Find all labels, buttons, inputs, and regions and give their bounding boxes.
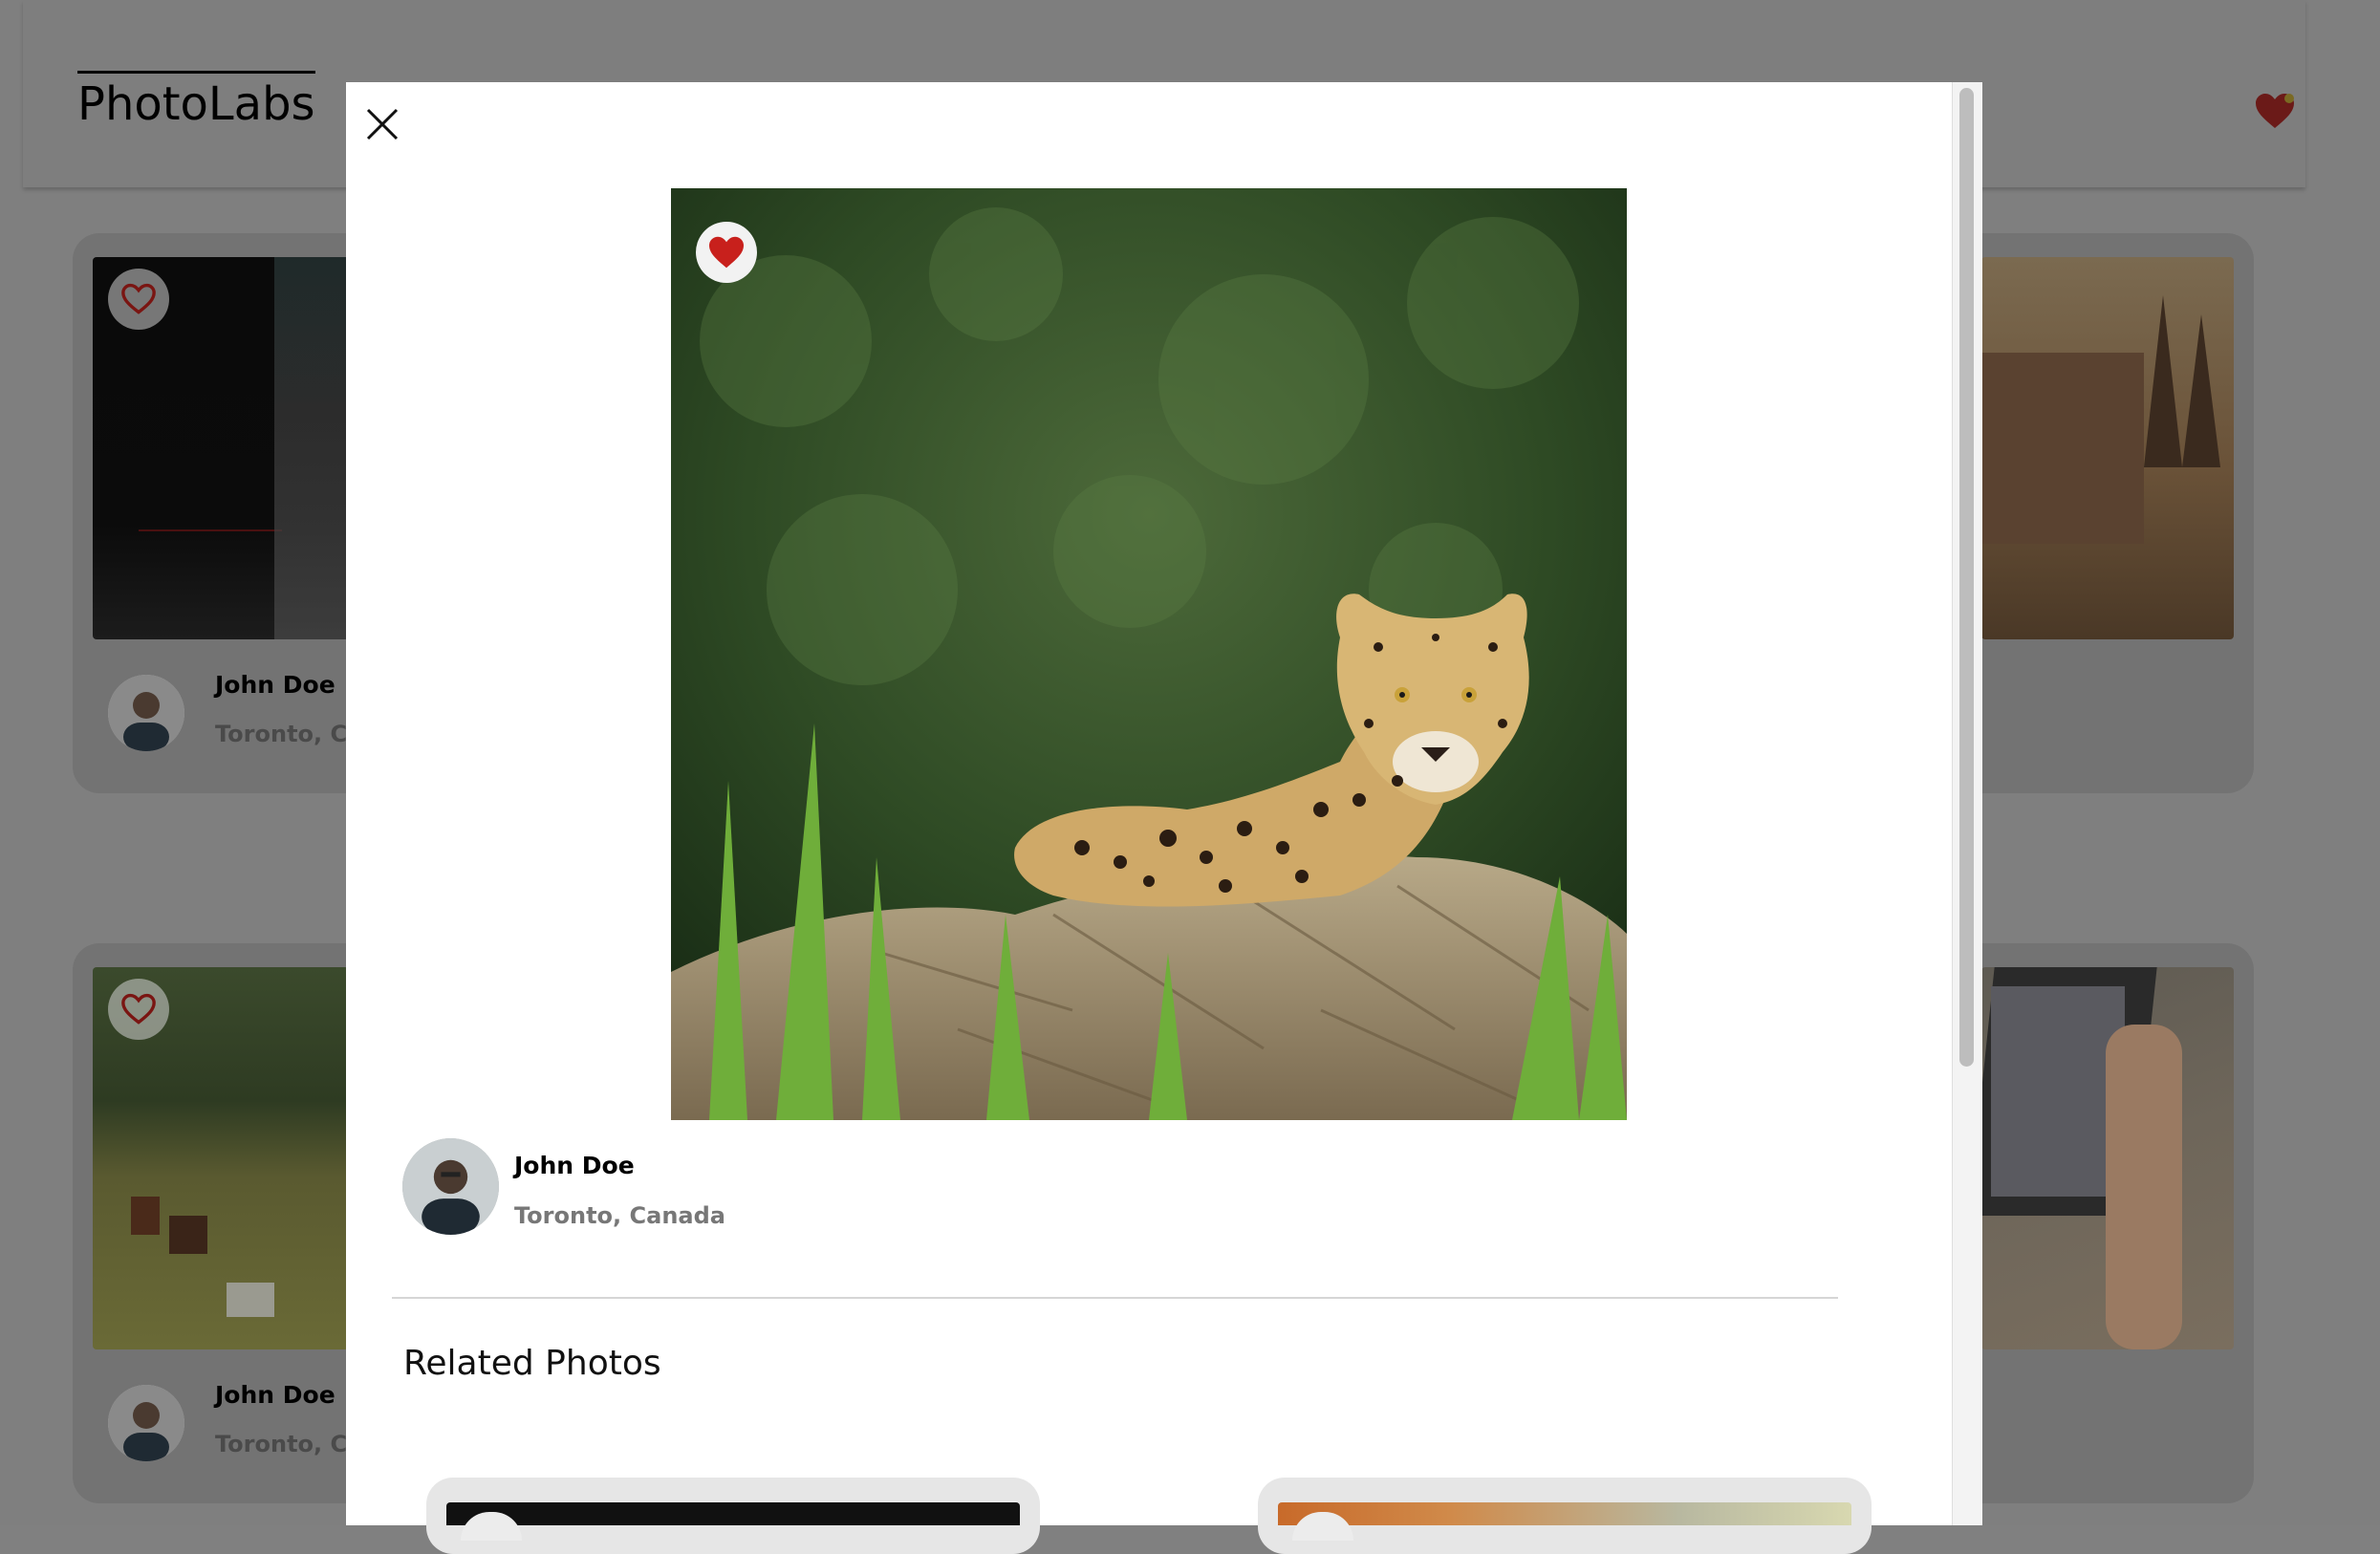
user-name: John Doe [215,671,335,699]
user-location-wrap: Toronto, Canada [215,1431,349,1457]
heart-outline-icon [121,993,156,1025]
favourite-button[interactable] [108,979,169,1040]
photo-thumbnail[interactable] [446,1502,1020,1525]
avatar [108,675,184,751]
photo-thumbnail[interactable] [1981,257,2234,639]
favourite-button[interactable] [696,222,757,283]
notification-dot [2284,94,2294,103]
avatar [402,1138,499,1235]
photo-thumbnail[interactable] [1981,967,2234,1349]
related-photos-title: Related Photos [403,1344,661,1383]
heart-icon [709,236,744,269]
close-button[interactable] [363,105,401,143]
user-location-wrap: Toronto, Canada [215,721,349,747]
main-photo [671,188,1627,1120]
favourites-nav-button[interactable] [2254,92,2296,130]
favourite-button[interactable] [108,269,169,330]
brand-logo[interactable]: PhotoLabs [77,71,315,130]
avatar [108,1385,184,1461]
photo-thumbnail[interactable] [1278,1502,1851,1525]
user-location: Toronto, Canada [215,1431,349,1457]
close-icon [366,108,399,140]
user-name: John Doe [514,1152,635,1179]
heart-icon [2256,94,2294,128]
heart-outline-icon [121,283,156,314]
divider [392,1297,1838,1299]
user-location: Toronto, Canada [514,1202,725,1229]
user-location: Toronto, Canada [215,721,349,747]
modal-scrollbar-thumb[interactable] [1959,88,1974,1067]
user-name: John Doe [215,1381,335,1409]
